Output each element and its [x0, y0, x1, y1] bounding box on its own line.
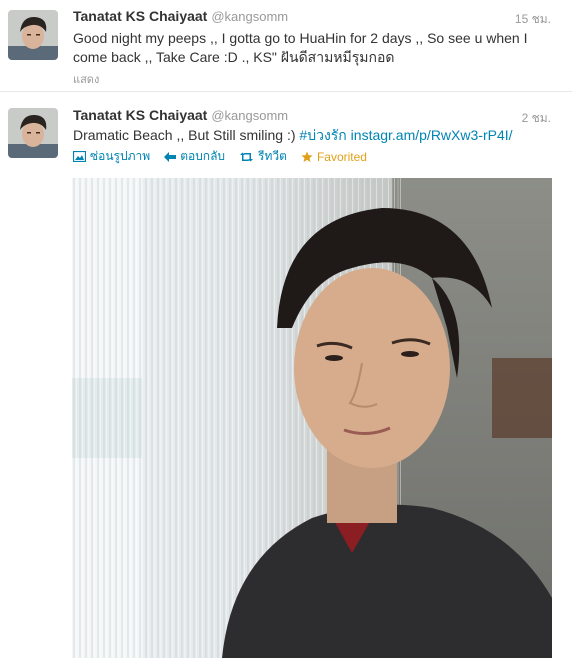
reply-button[interactable]: ตอบกลับ [164, 147, 225, 166]
retweet-button[interactable]: รีทวีต [239, 147, 287, 166]
timestamp[interactable]: 15 ชม. [515, 10, 551, 29]
instagram-link[interactable]: instagr.am/p/RwXw3-rP4I/ [351, 127, 513, 143]
tweet-text: Good night my peeps ,, I gotta go to Hua… [73, 30, 528, 65]
tweet-1[interactable]: Tanatat KS Chaiyaat @kangsomm 15 ชม. Good… [0, 0, 572, 92]
tweet-body: Dramatic Beach ,, But Still smiling :) [73, 127, 300, 143]
favorite-button[interactable]: Favorited [301, 147, 367, 166]
hide-photo-label: ซ่อนรูปภาพ [90, 149, 151, 163]
hide-photo-button[interactable]: ซ่อนรูปภาพ [73, 147, 150, 166]
username[interactable]: @kangsomm [211, 9, 288, 24]
avatar[interactable] [8, 108, 58, 158]
favorite-label: Favorited [316, 149, 367, 164]
author-name[interactable]: Tanatat KS Chaiyaat @kangsomm [73, 107, 288, 123]
reply-icon [164, 151, 177, 162]
retweet-icon [240, 152, 254, 161]
retweet-label: รีทวีต [258, 149, 287, 163]
hashtag-link[interactable]: #บ่วงรัก [299, 127, 346, 143]
tweet-2[interactable]: Tanatat KS Chaiyaat @kangsomm 2 ชม. Drama… [0, 92, 572, 661]
tweet-text: Dramatic Beach ,, But Still smiling :) #… [73, 126, 553, 145]
star-icon [301, 151, 313, 162]
tweet-actions: ซ่อนรูปภาพ ตอบกลับ รีทวีต Favorited [73, 147, 367, 166]
photo-image [72, 178, 552, 658]
display-name[interactable]: Tanatat KS Chaiyaat [73, 107, 207, 123]
display-name[interactable]: Tanatat KS Chaiyaat [73, 8, 207, 24]
expand-link[interactable]: แสดง [73, 70, 99, 88]
tweet-photo[interactable] [72, 178, 552, 658]
avatar[interactable] [8, 10, 58, 60]
username[interactable]: @kangsomm [211, 108, 288, 123]
reply-label: ตอบกลับ [180, 149, 226, 163]
author-name[interactable]: Tanatat KS Chaiyaat @kangsomm [73, 8, 288, 24]
image-icon [73, 151, 86, 162]
